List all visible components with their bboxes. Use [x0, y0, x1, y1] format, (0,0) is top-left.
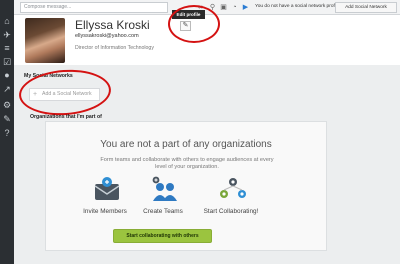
feature-create-teams: Create Teams: [133, 176, 193, 215]
lock-icon[interactable]: ▣: [219, 3, 228, 12]
collaboration-icon: [219, 176, 246, 204]
profile-job-title: Director of Information Technology: [75, 45, 154, 51]
feature-label: Create Teams: [143, 208, 183, 215]
organizations-panel: You are not a part of any organizations …: [45, 121, 327, 251]
organizations-description: Form teams and collaborate with others t…: [100, 157, 274, 170]
feature-start-collaborating: Start Collaborating!: [201, 176, 261, 215]
send-icon[interactable]: ✈: [2, 30, 12, 40]
add-social-network-button[interactable]: Add Social Network: [335, 2, 397, 13]
profile-email: ellyssakroski@yahoo.com: [75, 33, 139, 39]
settings-icon[interactable]: ⚙: [2, 100, 12, 110]
assignments-icon[interactable]: ☑: [2, 57, 12, 67]
profile-name: Ellyssa Kroski: [75, 18, 150, 32]
analytics-icon[interactable]: ↗: [2, 84, 12, 94]
compose-message-input[interactable]: Compose message...: [20, 2, 168, 13]
help-icon[interactable]: ?: [2, 128, 12, 138]
send-arrow-icon[interactable]: ▶: [241, 3, 250, 12]
feature-invite-members: Invite Members: [75, 176, 135, 215]
feature-label: Start Collaborating!: [203, 208, 259, 215]
organizations-heading: Organizations that I'm part of: [30, 114, 102, 120]
start-collaborating-button[interactable]: Start collaborating with others: [113, 229, 212, 243]
organizations-empty-title: You are not a part of any organizations: [100, 139, 272, 150]
edit-profile-annotation-circle: [168, 5, 220, 43]
contacts-icon[interactable]: ●: [2, 70, 12, 80]
team-icon: [151, 176, 177, 204]
invite-envelope-icon: [93, 176, 120, 204]
feature-label: Invite Members: [83, 208, 127, 215]
left-sidebar: ⌂ ✈ ≡ ☑ ● ↗ ⚙ ✎ ?: [0, 0, 14, 264]
schedule-icon[interactable]: ◔: [230, 3, 239, 12]
tools-icon[interactable]: ✎: [2, 114, 12, 124]
stream-icon[interactable]: ≡: [2, 43, 12, 53]
avatar: [25, 18, 65, 63]
home-icon[interactable]: ⌂: [2, 16, 12, 26]
